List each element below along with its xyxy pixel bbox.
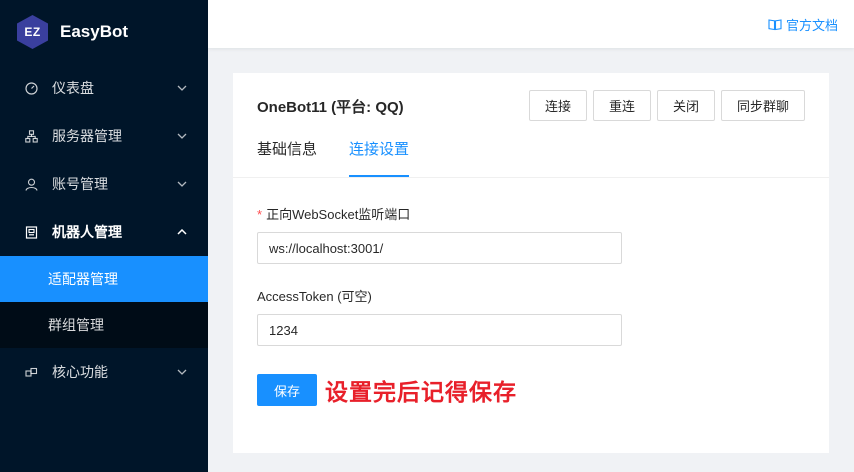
- sidebar-item-group-management[interactable]: 群组管理: [0, 302, 208, 348]
- ws-port-label-text: 正向WebSocket监听端口: [266, 207, 411, 222]
- connect-button[interactable]: 连接: [528, 90, 587, 121]
- sync-groups-button[interactable]: 同步群聊: [720, 90, 805, 121]
- chevron-down-icon: [176, 82, 188, 94]
- logo[interactable]: EZ EasyBot: [0, 0, 208, 64]
- cluster-icon: [24, 129, 38, 143]
- adapter-title: OneBot11 (平台: QQ): [257, 99, 404, 116]
- card-tabs: 基础信息 连接设置: [257, 138, 441, 177]
- sidebar-item-label: 机器人管理: [52, 224, 122, 240]
- sidebar-item-adapter-management[interactable]: 适配器管理: [0, 256, 208, 302]
- access-token-label: AccessToken (可空): [257, 289, 372, 304]
- book-icon: [768, 18, 782, 32]
- official-docs-link[interactable]: 官方文档: [768, 15, 838, 34]
- chevron-down-icon: [176, 366, 188, 378]
- official-docs-label: 官方文档: [785, 18, 838, 33]
- logo-badge: EZ: [17, 15, 48, 49]
- adapter-card: OneBot11 (平台: QQ) 连接 重连 关闭 同步群聊 基础信息 连接设…: [233, 73, 829, 453]
- robot-icon: [24, 225, 38, 239]
- access-token-input[interactable]: [257, 314, 622, 346]
- dashboard-icon: [24, 81, 38, 95]
- ws-url-input[interactable]: [257, 232, 622, 264]
- chevron-up-icon: [176, 226, 188, 238]
- user-icon: [24, 177, 38, 191]
- tab-basic-info[interactable]: 基础信息: [257, 138, 317, 177]
- card-header: OneBot11 (平台: QQ) 连接 重连 关闭 同步群聊 基础信息 连接设…: [233, 73, 829, 178]
- chevron-down-icon: [176, 130, 188, 142]
- sidebar-item-label: 账号管理: [52, 176, 108, 192]
- app-name: EasyBot: [60, 22, 129, 41]
- sidebar-item-server-management[interactable]: 服务器管理: [0, 112, 208, 160]
- action-buttons: 连接 重连 关闭 同步群聊: [523, 90, 805, 121]
- sidebar: EZ EasyBot 仪表盘 服务器管理 账号管理 机器人管理 适配器管理 群组…: [0, 0, 208, 472]
- ws-port-field: * 正向WebSocket监听端口: [257, 204, 622, 264]
- puzzle-icon: [24, 365, 38, 379]
- chevron-down-icon: [176, 178, 188, 190]
- close-button[interactable]: 关闭: [656, 90, 715, 121]
- save-button[interactable]: 保存: [257, 374, 317, 406]
- access-token-field: AccessToken (可空): [257, 286, 622, 346]
- sidebar-item-robot-management[interactable]: 机器人管理: [0, 208, 208, 256]
- sidebar-item-label: 仪表盘: [52, 80, 94, 96]
- sidebar-menu: 仪表盘 服务器管理 账号管理 机器人管理 适配器管理 群组管理 核心功能: [0, 64, 208, 396]
- save-row: 保存 设置完后记得保存: [257, 373, 517, 407]
- sidebar-item-label: 核心功能: [52, 364, 108, 380]
- robot-submenu: 适配器管理 群组管理: [0, 256, 208, 348]
- sidebar-item-core-features[interactable]: 核心功能: [0, 348, 208, 396]
- sidebar-item-label: 服务器管理: [52, 128, 122, 144]
- top-header: 官方文档: [208, 0, 854, 48]
- required-mark: *: [257, 207, 263, 222]
- tab-connection-settings[interactable]: 连接设置: [349, 138, 410, 177]
- reconnect-button[interactable]: 重连: [592, 90, 651, 121]
- save-reminder-annotation: 设置完后记得保存: [325, 379, 517, 405]
- sidebar-item-dashboard[interactable]: 仪表盘: [0, 64, 208, 112]
- connection-form: *正向WebSocket监听端口 AccessToken (可空): [257, 204, 622, 368]
- sidebar-item-account-management[interactable]: 账号管理: [0, 160, 208, 208]
- ws-port-label: * 正向WebSocket监听端口: [257, 204, 622, 223]
